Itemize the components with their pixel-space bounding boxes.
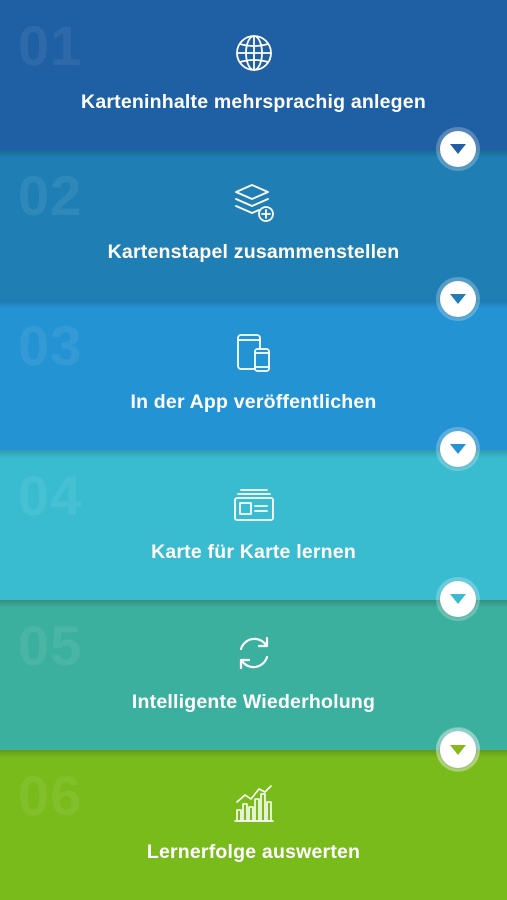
step-6: 06 Lernerfolge auswerten <box>0 750 507 900</box>
step-number: 01 <box>18 14 83 77</box>
stack-add-icon <box>233 182 275 224</box>
step-title: Kartenstapel zusammenstellen <box>107 241 400 263</box>
chevron-down-icon <box>450 745 466 755</box>
step-number: 02 <box>18 164 83 227</box>
step-title: In der App veröffentlichen <box>130 391 377 413</box>
devices-icon <box>233 332 275 374</box>
globe-icon <box>233 32 275 74</box>
step-title: Karteninhalte mehrsprachig anlegen <box>81 91 426 113</box>
step-number: 05 <box>18 614 83 677</box>
expand-step-6-button[interactable] <box>440 732 476 768</box>
step-3: 03 In der App veröffentlichen <box>0 300 507 467</box>
step-4: 04 Karte für Karte lernen <box>0 450 507 617</box>
step-number: 03 <box>18 314 83 377</box>
steps-list: 01 Karteninhalte mehrsprachig anlegen 02 <box>0 0 507 900</box>
chevron-down-icon <box>450 294 466 304</box>
expand-step-4-button[interactable] <box>440 581 476 617</box>
expand-step-3-button[interactable] <box>440 431 476 467</box>
step-number: 06 <box>18 764 83 827</box>
chevron-down-icon <box>450 144 466 154</box>
refresh-icon <box>233 632 275 674</box>
step-2: 02 Kartenstapel zusammenstellen <box>0 150 507 317</box>
chart-icon <box>233 782 275 824</box>
step-title: Karte für Karte lernen <box>151 541 356 563</box>
chevron-down-icon <box>450 594 466 604</box>
cards-icon <box>233 482 275 524</box>
step-number: 04 <box>18 464 83 527</box>
step-5: 05 Intelligente Wiederholung <box>0 600 507 767</box>
expand-step-2-button[interactable] <box>440 281 476 317</box>
step-title: Lernerfolge auswerten <box>146 841 361 863</box>
step-1: 01 Karteninhalte mehrsprachig anlegen <box>0 0 507 167</box>
step-title: Intelligente Wiederholung <box>131 691 376 713</box>
chevron-down-icon <box>450 444 466 454</box>
expand-step-1-button[interactable] <box>440 131 476 167</box>
